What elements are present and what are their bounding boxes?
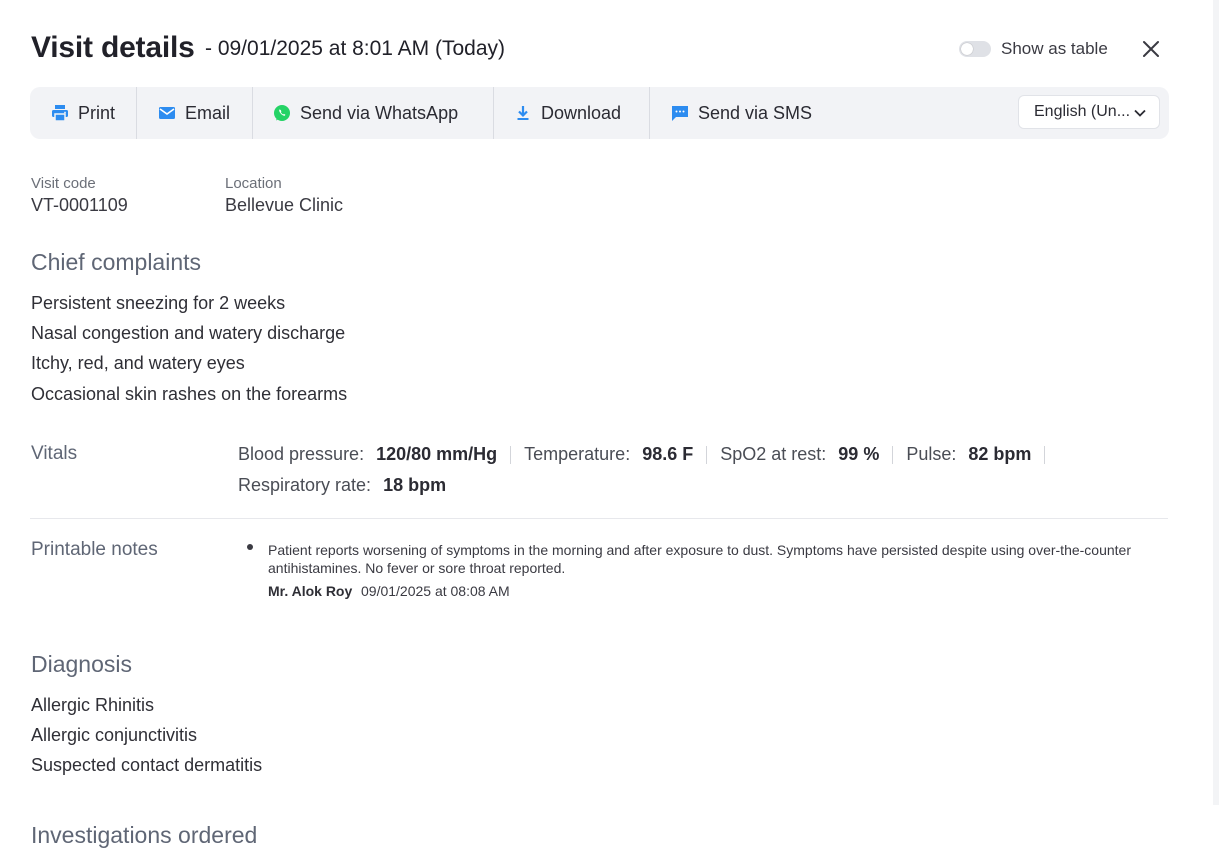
diagnosis-item: Allergic Rhinitis [31, 695, 155, 715]
chief-complaints-title: Chief complaints [31, 249, 202, 275]
toolbar-divider [252, 87, 253, 139]
language-value: English (Un... [1034, 103, 1131, 120]
note-timestamp: 09/01/2025 at 08:08 AM [361, 583, 510, 599]
complaint-item: Persistent sneezing for 2 weeks [31, 293, 286, 313]
vital-value: 99 % [838, 444, 880, 464]
complaint-item: Nasal congestion and watery discharge [31, 323, 346, 343]
action-toolbar: Print Email Send via WhatsApp Download S… [30, 87, 1169, 139]
vital-label: Temperature: [524, 444, 631, 464]
visit-datetime: - 09/01/2025 at 8:01 AM (Today) [205, 37, 506, 60]
vital-value: 120/80 mm/Hg [376, 444, 498, 464]
sms-icon [670, 103, 690, 123]
visit-code-label: Visit code [31, 175, 96, 192]
printable-notes-title: Printable notes [31, 539, 158, 560]
complaint-item: Itchy, red, and watery eyes [31, 353, 245, 373]
toolbar-divider [493, 87, 494, 139]
sms-label: Send via SMS [698, 102, 813, 123]
vital-label: Pulse: [906, 444, 957, 464]
toggle-knob [961, 43, 973, 55]
language-select[interactable]: English (Un... [1018, 95, 1160, 129]
note-author: Mr. Alok Roy [268, 583, 353, 599]
vital-divider [510, 445, 512, 464]
download-icon [513, 103, 533, 123]
vital-value: 98.6 F [642, 444, 694, 464]
vital-value: 18 bpm [383, 475, 447, 495]
download-button[interactable]: Download [513, 87, 621, 139]
location-label: Location [225, 175, 282, 192]
send-sms-button[interactable]: Send via SMS [670, 87, 812, 139]
mail-icon [157, 103, 177, 123]
scrollbar-track[interactable] [1213, 0, 1219, 805]
whatsapp-label: Send via WhatsApp [300, 102, 459, 123]
complaint-item: Occasional skin rashes on the forearms [31, 384, 348, 404]
page-title: Visit details [31, 31, 195, 64]
bullet-icon [247, 544, 253, 550]
diagnosis-item: Suspected contact dermatitis [31, 755, 263, 775]
vitals-row: Blood pressure: 120/80 mm/Hg Temperature… [238, 444, 1058, 465]
location-value: Bellevue Clinic [225, 195, 344, 215]
email-label: Email [185, 102, 231, 123]
whatsapp-icon [272, 103, 292, 123]
vital-divider [892, 445, 894, 464]
printer-icon [50, 103, 70, 123]
toggle-label: Show as table [1001, 39, 1108, 58]
vital-value: 82 bpm [968, 444, 1032, 464]
email-button[interactable]: Email [157, 87, 230, 139]
download-label: Download [541, 102, 622, 123]
vital-divider [706, 445, 708, 464]
chevron-down-icon [1133, 106, 1147, 125]
note-text: Patient reports worsening of symptoms in… [268, 542, 1131, 576]
visit-code-value: VT-0001109 [31, 195, 128, 215]
toolbar-divider [136, 87, 137, 139]
diagnosis-item: Allergic conjunctivitis [31, 725, 198, 745]
vitals-title: Vitals [31, 443, 78, 464]
section-divider [30, 518, 1168, 519]
vital-label: Blood pressure: [238, 444, 365, 464]
diagnosis-title: Diagnosis [31, 651, 132, 677]
dialog-header: Visit details - 09/01/2025 at 8:01 AM (T… [31, 30, 1169, 70]
investigations-title: Investigations ordered [31, 822, 258, 848]
vital-label: SpO2 at rest: [720, 444, 827, 464]
toolbar-divider [649, 87, 650, 139]
print-button[interactable]: Print [50, 87, 115, 139]
vital-divider [1044, 445, 1046, 464]
vitals-row: Respiratory rate: 18 bpm [238, 475, 446, 496]
print-label: Print [78, 102, 116, 123]
close-icon[interactable] [1141, 39, 1161, 59]
vital-label: Respiratory rate: [238, 475, 372, 495]
show-as-table-toggle[interactable]: Show as table [959, 39, 1108, 59]
send-whatsapp-button[interactable]: Send via WhatsApp [272, 87, 458, 139]
toggle-switch[interactable] [959, 41, 991, 57]
